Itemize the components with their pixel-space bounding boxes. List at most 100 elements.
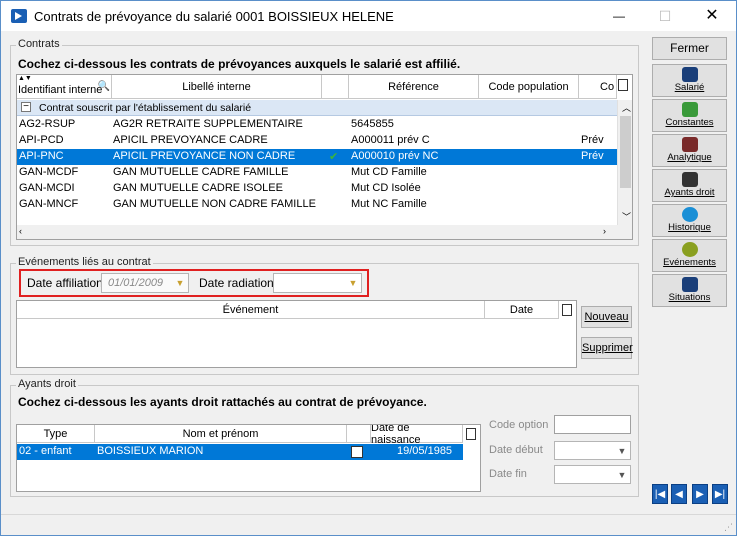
date-fin-label: Date fin bbox=[489, 468, 527, 480]
cell-libelle: APICIL PREVOYANCE NON CADRE bbox=[113, 150, 296, 162]
sidebar-button-4[interactable]: Historique bbox=[652, 204, 727, 237]
sidebar-button-3[interactable]: Ayants droit bbox=[652, 169, 727, 202]
date-fin-field[interactable]: ▼ bbox=[554, 465, 631, 484]
code-option-label: Code option bbox=[489, 419, 549, 431]
scroll-up-icon[interactable]: ︿ bbox=[622, 101, 631, 114]
table-row[interactable]: API-PCD APICIL PREVOYANCE CADRE A000011 pr… bbox=[17, 133, 617, 149]
cell-reference: Mut CD Famille bbox=[351, 166, 427, 178]
date-debut-field[interactable]: ▼ bbox=[554, 441, 631, 460]
cell-reference: A000010 prév NC bbox=[351, 150, 439, 162]
dropdown-chevron-icon[interactable]: ▼ bbox=[614, 466, 630, 483]
col-code-population[interactable]: Code population bbox=[479, 75, 579, 99]
table-row[interactable]: GAN-MNCF GAN MUTUELLE NON CADRE FAMILLE Mu… bbox=[17, 197, 617, 213]
col-check[interactable] bbox=[347, 425, 371, 443]
column-chooser-icon[interactable] bbox=[618, 79, 628, 91]
minimize-button[interactable]: — bbox=[596, 1, 642, 31]
sidebar-label: Ayants droit bbox=[664, 187, 715, 198]
ayants-table: Type Nom et prénom Date de naissance 02 … bbox=[16, 424, 481, 492]
evenements-legend: Evénements liés au contrat bbox=[16, 256, 153, 268]
col-type[interactable]: Type bbox=[17, 425, 95, 443]
cell-libelle: AG2R RETRAITE SUPPLEMENTAIRE bbox=[113, 118, 303, 130]
cell-identifiant: API-PNC bbox=[19, 150, 64, 162]
group-header-row[interactable]: − Contrat souscrit par l'établissement d… bbox=[17, 100, 617, 116]
table-row[interactable]: API-PNC APICIL PREVOYANCE NON CADRE A00001… bbox=[17, 149, 617, 165]
column-chooser-icon[interactable] bbox=[562, 304, 572, 316]
table-row[interactable]: 02 - enfant BOISSIEUX MARION 19/05/1985 bbox=[17, 444, 463, 460]
table-row[interactable]: AG2-RSUP AG2R RETRAITE SUPPLEMENTAIRE 5645… bbox=[17, 117, 617, 133]
title-bar: Contrats de prévoyance du salarié 0001 B… bbox=[1, 1, 736, 31]
checkmark-icon[interactable]: ✔ bbox=[329, 150, 338, 163]
cell-libelle: APICIL PREVOYANCE CADRE bbox=[113, 134, 268, 146]
ayants-group: Ayants droit Cochez ci-dessous les ayant… bbox=[10, 378, 639, 497]
date-affiliation-label: Date affiliation bbox=[27, 276, 103, 290]
code-option-field[interactable] bbox=[554, 415, 631, 434]
film-icon bbox=[681, 277, 698, 292]
cell-reference: A000011 prév C bbox=[351, 134, 430, 146]
col-evenement[interactable]: Événement bbox=[17, 301, 485, 319]
cell-libelle: GAN MUTUELLE CADRE FAMILLE bbox=[113, 166, 289, 178]
col-date-naissance[interactable]: Date de naissance bbox=[371, 425, 463, 446]
cell-identifiant: GAN-MNCF bbox=[19, 198, 79, 210]
ayants-legend: Ayants droit bbox=[16, 378, 78, 390]
dropdown-chevron-icon[interactable]: ▼ bbox=[172, 274, 188, 292]
search-icon[interactable]: 🔍 bbox=[98, 81, 110, 92]
sidebar-button-5[interactable]: Evénements bbox=[652, 239, 727, 272]
status-bar: ⋰ bbox=[1, 514, 736, 535]
resize-grip-icon[interactable]: ⋰ bbox=[724, 522, 733, 533]
sidebar-button-6[interactable]: Situations bbox=[652, 274, 727, 307]
cell-co: Prév bbox=[581, 150, 604, 162]
scroll-right-icon[interactable]: › bbox=[603, 226, 606, 236]
sort-icon: ▲▼ bbox=[18, 75, 32, 82]
ayants-instruction: Cochez ci-dessous les ayants droit ratta… bbox=[18, 395, 427, 409]
collapse-icon[interactable]: − bbox=[21, 102, 31, 112]
col-libelle[interactable]: Libellé interne bbox=[112, 75, 322, 99]
main-window: Contrats de prévoyance du salarié 0001 B… bbox=[0, 0, 737, 536]
col-reference[interactable]: Référence bbox=[349, 75, 479, 99]
nouveau-button[interactable]: Nouveau bbox=[581, 306, 632, 328]
sidebar-label: Analytique bbox=[667, 152, 712, 163]
sidebar-button-2[interactable]: Analytique bbox=[652, 134, 727, 167]
evenements-group: Evénements liés au contrat Date affiliat… bbox=[10, 256, 639, 375]
col-nom-prenom[interactable]: Nom et prénom bbox=[95, 425, 347, 443]
maximize-button[interactable]: ☐ bbox=[642, 1, 688, 31]
date-radiation-label: Date radiation bbox=[199, 276, 274, 290]
scroll-down-icon[interactable]: ﹀ bbox=[622, 210, 631, 223]
close-button[interactable]: ✕ bbox=[689, 1, 735, 31]
fermer-button[interactable]: Fermer bbox=[652, 37, 727, 60]
cell-reference: Mut CD Isolée bbox=[351, 182, 421, 194]
row-checkbox[interactable] bbox=[351, 446, 363, 458]
date-radiation-field[interactable]: ▼ bbox=[273, 273, 362, 293]
sidebar-button-1[interactable]: Constantes bbox=[652, 99, 727, 132]
cell-libelle: GAN MUTUELLE CADRE ISOLEE bbox=[113, 182, 283, 194]
last-record-button[interactable]: ▶| bbox=[712, 484, 728, 504]
cell-reference: 5645855 bbox=[351, 118, 394, 130]
people-icon bbox=[681, 67, 698, 82]
col-identifiant[interactable]: ▲▼ Identifiant interne 🔍 bbox=[17, 75, 112, 99]
events-icon bbox=[681, 242, 698, 257]
column-chooser-icon[interactable] bbox=[466, 428, 476, 440]
scroll-thumb[interactable] bbox=[620, 116, 631, 188]
sidebar-button-0[interactable]: Salarié bbox=[652, 64, 727, 97]
next-record-button[interactable]: ▶ bbox=[692, 484, 708, 504]
sidebar-label: Salarié bbox=[674, 82, 705, 93]
col-co[interactable]: Co bbox=[579, 75, 617, 99]
supprimer-button[interactable]: Supprimer bbox=[581, 337, 633, 359]
contrats-table: ▲▼ Identifiant interne 🔍 Libellé interne… bbox=[16, 74, 633, 240]
clock-icon bbox=[681, 207, 698, 222]
constants-icon bbox=[681, 102, 698, 117]
col-check[interactable] bbox=[322, 75, 349, 99]
table-row[interactable]: GAN-MCDF GAN MUTUELLE CADRE FAMILLE Mut CD… bbox=[17, 165, 617, 181]
cell-reference: Mut NC Famille bbox=[351, 198, 427, 210]
first-record-button[interactable]: |◀ bbox=[652, 484, 668, 504]
dropdown-chevron-icon[interactable]: ▼ bbox=[614, 442, 630, 459]
cell-identifiant: GAN-MCDI bbox=[19, 182, 75, 194]
scroll-left-icon[interactable]: ‹ bbox=[19, 226, 22, 236]
date-affiliation-field[interactable]: 01/01/2009 ▼ bbox=[101, 273, 189, 293]
dropdown-chevron-icon[interactable]: ▼ bbox=[345, 274, 361, 292]
contrats-vscrollbar[interactable]: ︿ ﹀ bbox=[617, 100, 632, 225]
prev-record-button[interactable]: ◀ bbox=[671, 484, 687, 504]
contrats-hscrollbar[interactable]: ‹ › bbox=[17, 225, 632, 239]
table-row[interactable]: GAN-MCDI GAN MUTUELLE CADRE ISOLEE Mut CD … bbox=[17, 181, 617, 197]
col-date[interactable]: Date bbox=[485, 301, 559, 319]
app-icon bbox=[11, 9, 27, 23]
